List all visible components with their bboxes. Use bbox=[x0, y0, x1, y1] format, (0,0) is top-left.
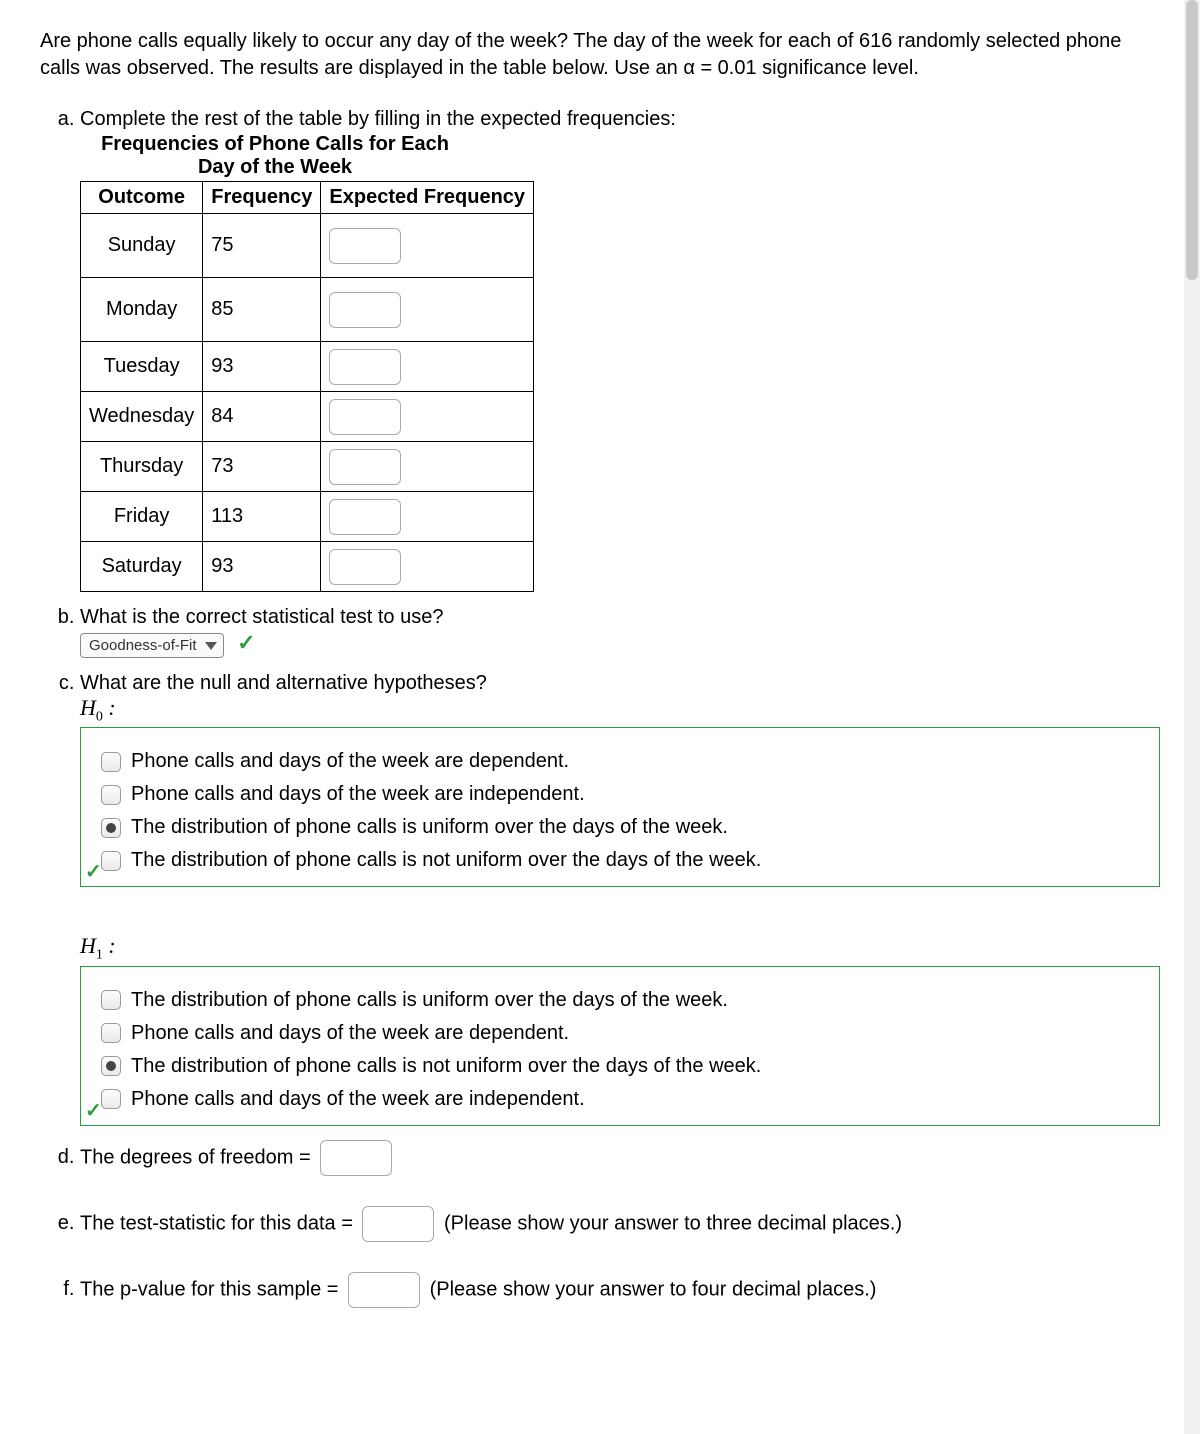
h1-label: H1 : bbox=[80, 933, 116, 958]
part-a-prompt: Complete the rest of the table by fillin… bbox=[80, 108, 676, 130]
option-label: The distribution of phone calls is not u… bbox=[131, 849, 761, 872]
expected-input-thursday[interactable] bbox=[329, 449, 401, 485]
freq-value: 113 bbox=[203, 492, 321, 542]
table-row: Wednesday 84 bbox=[81, 392, 534, 442]
freq-value: 75 bbox=[203, 214, 321, 278]
frequency-table: Outcome Frequency Expected Frequency Sun… bbox=[80, 181, 534, 592]
col-expected: Expected Frequency bbox=[321, 182, 534, 214]
part-a: Complete the rest of the table by fillin… bbox=[80, 108, 1160, 592]
part-b-prompt: What is the correct statistical test to … bbox=[80, 606, 443, 628]
option-label: Phone calls and days of the week are ind… bbox=[131, 1088, 585, 1111]
hypothesis-option[interactable]: The distribution of phone calls is unifo… bbox=[101, 989, 1139, 1012]
part-e-prompt: The test-statistic for this data = bbox=[80, 1212, 353, 1234]
hypothesis-option[interactable]: The distribution of phone calls is not u… bbox=[101, 849, 1139, 872]
check-icon: ✓ bbox=[237, 630, 255, 655]
hypothesis-option[interactable]: Phone calls and days of the week are ind… bbox=[101, 1088, 1139, 1111]
table-row: Thursday 73 bbox=[81, 442, 534, 492]
table-row: Friday 113 bbox=[81, 492, 534, 542]
checkbox[interactable] bbox=[101, 818, 121, 838]
table-row: Tuesday 93 bbox=[81, 342, 534, 392]
scrollbar-thumb[interactable] bbox=[1186, 0, 1198, 280]
checkbox[interactable] bbox=[101, 752, 121, 772]
part-e: The test-statistic for this data = (Plea… bbox=[80, 1206, 1160, 1242]
option-label: Phone calls and days of the week are dep… bbox=[131, 1022, 569, 1045]
hypothesis-option[interactable]: Phone calls and days of the week are dep… bbox=[101, 1022, 1139, 1045]
day-label: Sunday bbox=[81, 214, 203, 278]
checkbox[interactable] bbox=[101, 990, 121, 1010]
freq-value: 85 bbox=[203, 278, 321, 342]
df-input[interactable] bbox=[320, 1140, 392, 1176]
scrollbar[interactable] bbox=[1184, 0, 1200, 1434]
option-label: The distribution of phone calls is unifo… bbox=[131, 989, 728, 1012]
table-row: Sunday 75 bbox=[81, 214, 534, 278]
option-label: The distribution of phone calls is not u… bbox=[131, 1055, 761, 1078]
freq-value: 84 bbox=[203, 392, 321, 442]
option-label: Phone calls and days of the week are ind… bbox=[131, 783, 585, 806]
expected-input-saturday[interactable] bbox=[329, 549, 401, 585]
part-f: The p-value for this sample = (Please sh… bbox=[80, 1272, 1160, 1308]
part-c-prompt: What are the null and alternative hypoth… bbox=[80, 672, 487, 694]
freq-value: 73 bbox=[203, 442, 321, 492]
freq-value: 93 bbox=[203, 542, 321, 592]
hypothesis-option[interactable]: The distribution of phone calls is unifo… bbox=[101, 816, 1139, 839]
table-title: Frequencies of Phone Calls for Each Day … bbox=[80, 133, 470, 179]
option-label: Phone calls and days of the week are dep… bbox=[131, 750, 569, 773]
table-row: Saturday 93 bbox=[81, 542, 534, 592]
checkbox[interactable] bbox=[101, 785, 121, 805]
part-d: The degrees of freedom = bbox=[80, 1140, 1160, 1176]
part-d-prompt: The degrees of freedom = bbox=[80, 1146, 311, 1168]
test-stat-input[interactable] bbox=[362, 1206, 434, 1242]
col-frequency: Frequency bbox=[203, 182, 321, 214]
expected-input-friday[interactable] bbox=[329, 499, 401, 535]
hypothesis-option[interactable]: The distribution of phone calls is not u… bbox=[101, 1055, 1139, 1078]
day-label: Wednesday bbox=[81, 392, 203, 442]
part-e-hint: (Please show your answer to three decima… bbox=[444, 1212, 902, 1234]
day-label: Friday bbox=[81, 492, 203, 542]
checkbox[interactable] bbox=[101, 851, 121, 871]
day-label: Saturday bbox=[81, 542, 203, 592]
expected-input-wednesday[interactable] bbox=[329, 399, 401, 435]
option-label: The distribution of phone calls is unifo… bbox=[131, 816, 728, 839]
checkbox[interactable] bbox=[101, 1023, 121, 1043]
question-intro: Are phone calls equally likely to occur … bbox=[40, 28, 1160, 82]
expected-input-tuesday[interactable] bbox=[329, 349, 401, 385]
day-label: Tuesday bbox=[81, 342, 203, 392]
day-label: Monday bbox=[81, 278, 203, 342]
check-icon: ✓ bbox=[85, 1098, 102, 1123]
part-b: What is the correct statistical test to … bbox=[80, 606, 1160, 658]
part-f-hint: (Please show your answer to four decimal… bbox=[430, 1278, 877, 1300]
col-outcome: Outcome bbox=[81, 182, 203, 214]
test-select-value: Goodness-of-Fit bbox=[89, 637, 197, 654]
part-c: What are the null and alternative hypoth… bbox=[80, 672, 1160, 1126]
h1-option-box: The distribution of phone calls is unifo… bbox=[80, 966, 1160, 1126]
expected-input-monday[interactable] bbox=[329, 292, 401, 328]
table-row: Monday 85 bbox=[81, 278, 534, 342]
h0-label: H0 : bbox=[80, 695, 116, 720]
hypothesis-option[interactable]: Phone calls and days of the week are dep… bbox=[101, 750, 1139, 773]
hypothesis-option[interactable]: Phone calls and days of the week are ind… bbox=[101, 783, 1139, 806]
test-select[interactable]: Goodness-of-Fit bbox=[80, 633, 224, 658]
day-label: Thursday bbox=[81, 442, 203, 492]
checkbox[interactable] bbox=[101, 1089, 121, 1109]
checkbox[interactable] bbox=[101, 1056, 121, 1076]
pvalue-input[interactable] bbox=[348, 1272, 420, 1308]
h0-option-box: Phone calls and days of the week are dep… bbox=[80, 727, 1160, 887]
check-icon: ✓ bbox=[85, 859, 102, 884]
freq-value: 93 bbox=[203, 342, 321, 392]
chevron-down-icon bbox=[205, 642, 217, 650]
expected-input-sunday[interactable] bbox=[329, 228, 401, 264]
part-f-prompt: The p-value for this sample = bbox=[80, 1278, 338, 1300]
